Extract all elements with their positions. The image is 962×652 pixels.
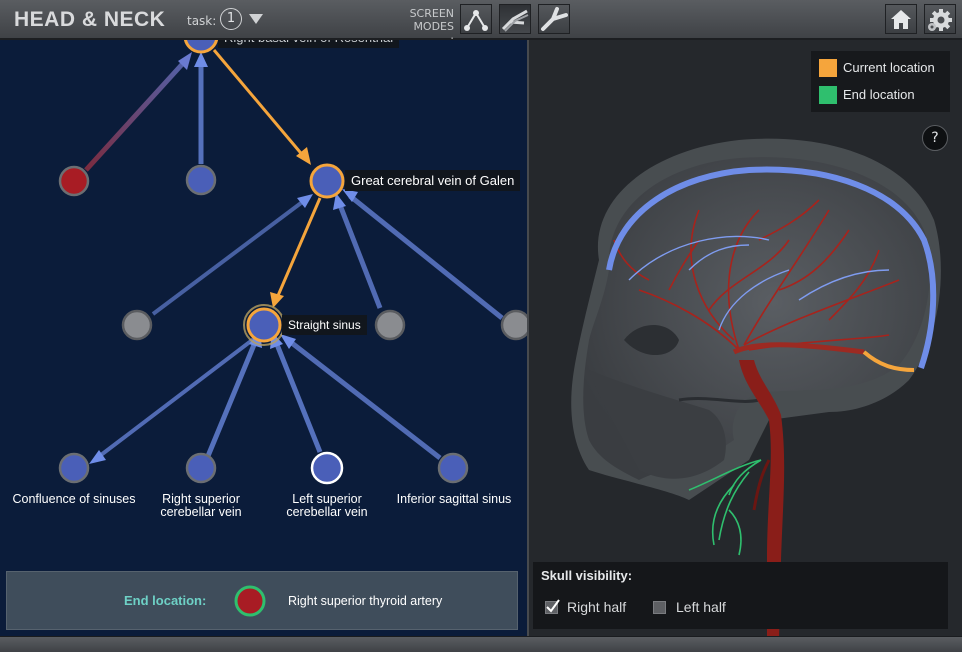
vessel-graph-panel: Right basal vein of Rosenthal Great cere… (0, 40, 527, 636)
bottom-bar (0, 636, 962, 652)
top-bar: HEAD & NECK task: 1 SCREEN MODES : (0, 0, 962, 46)
node-gray-3[interactable] (500, 309, 527, 341)
home-button[interactable] (885, 4, 917, 34)
task-number[interactable]: 1 (220, 8, 242, 30)
mode-graph-button[interactable] (460, 4, 492, 34)
checkmark-icon (546, 599, 560, 613)
skull-visibility-title: Skull visibility: (541, 568, 633, 583)
vessel-pair-mode-icon (501, 9, 529, 32)
graph-edges (58, 40, 527, 485)
head-model (571, 138, 941, 636)
node-blue-1[interactable] (185, 164, 217, 196)
task-label: task: (187, 14, 217, 28)
node-gray-2[interactable] (374, 309, 406, 341)
child-label-right-sup-cerebellar: Right superior cerebellar vein (160, 492, 242, 519)
straight-sinus-label: Straight sinus (282, 315, 367, 335)
great-cerebral-label: Great cerebral vein of Galen (345, 170, 521, 191)
top-node[interactable] (183, 40, 219, 54)
right-half-label[interactable]: Right half (567, 599, 626, 615)
child-label-confluence: Confluence of sinuses (12, 492, 136, 506)
node-gray-1[interactable] (121, 309, 153, 341)
mode-vessel-single-button[interactable] (538, 4, 570, 34)
app-title: HEAD & NECK (14, 8, 166, 31)
node-right-sup-cerebellar[interactable] (185, 452, 217, 484)
home-icon (891, 10, 911, 29)
node-confluence[interactable] (58, 452, 90, 484)
legend-label-current: Current location (843, 60, 935, 75)
legend: Current location End location (811, 51, 950, 112)
left-half-checkbox[interactable] (653, 601, 666, 614)
end-location-label: End location: (124, 593, 207, 608)
node-inferior-sagittal[interactable] (437, 452, 469, 484)
legend-swatch-current (819, 59, 837, 77)
node-red[interactable] (58, 165, 90, 197)
settings-button[interactable] (924, 4, 956, 34)
graph-mode-icon (464, 10, 488, 31)
vessel-single-mode-icon (541, 7, 568, 31)
gear-icon (928, 9, 952, 31)
node-great-cerebral[interactable] (309, 163, 345, 199)
help-icon: ? (931, 130, 939, 146)
node-straight-sinus[interactable] (246, 307, 282, 343)
legend-swatch-end (819, 86, 837, 104)
anatomy-3d-view[interactable]: Current location End location ? Skull vi… (529, 40, 962, 636)
child-label-inferior-sagittal: Inferior sagittal sinus (396, 492, 512, 506)
end-location-name: Right superior thyroid artery (288, 594, 443, 608)
child-label-left-sup-cerebellar: Left superior cerebellar vein (286, 492, 368, 519)
help-button[interactable]: ? (922, 125, 948, 151)
task-dropdown-icon[interactable] (249, 14, 263, 24)
left-half-label[interactable]: Left half (676, 599, 726, 615)
end-location-node (234, 585, 266, 617)
mode-vessel-pair-button[interactable] (499, 4, 531, 34)
right-half-checkbox[interactable] (545, 599, 560, 614)
top-node-label: Right basal vein of Rosenthal (218, 40, 400, 48)
legend-label-end: End location (843, 87, 915, 102)
end-location-box: End location: Right superior thyroid art… (6, 571, 518, 630)
node-left-sup-cerebellar[interactable] (310, 451, 344, 485)
skull-visibility-panel: Skull visibility: Right half Left half (533, 562, 948, 629)
